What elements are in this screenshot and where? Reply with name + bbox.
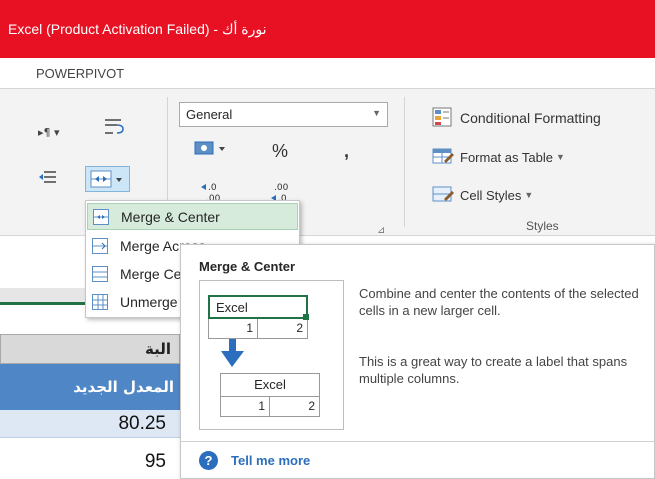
illustration-cell-text: 2 — [296, 321, 303, 335]
illustration-cell-text: 1 — [246, 321, 253, 335]
wrap-text-button[interactable] — [103, 116, 127, 138]
decrease-indent-icon — [39, 171, 56, 183]
help-icon[interactable]: ? — [199, 451, 218, 470]
illustration-before-text: Excel — [216, 300, 248, 315]
merge-illustration: Excel 1 2 Excel 1 2 — [199, 280, 344, 430]
svg-text:.00: .00 — [274, 183, 289, 193]
accounting-format-button[interactable] — [193, 139, 229, 159]
illustration-after-header: Excel — [220, 373, 320, 397]
title-bar: Excel (Product Activation Failed) - نورة… — [0, 0, 655, 58]
merge-across-icon — [92, 237, 108, 254]
merged-header-cell: البة — [0, 334, 180, 364]
merge-center-icon — [93, 208, 109, 225]
svg-text:▸¶ ▾: ▸¶ ▾ — [38, 126, 60, 139]
value-text: 80.25 — [118, 413, 166, 434]
illustration-after-box: Excel 1 2 — [220, 373, 320, 417]
selection-handle-icon — [303, 314, 309, 320]
value-text: 95 — [144, 451, 166, 472]
illustration-before-box: Excel 1 2 — [208, 295, 309, 339]
tab-powerpivot[interactable]: POWERPIVOT — [36, 66, 124, 81]
format-as-table-button[interactable]: Format as Table ▼ — [432, 147, 565, 167]
tooltip-description-secondary: This is a great way to create a label th… — [359, 354, 628, 386]
illustration-after-text: Excel — [254, 377, 286, 392]
partial-header-text: البة — [145, 340, 171, 358]
conditional-formatting-icon — [432, 107, 452, 127]
unmerge-cells-icon — [92, 293, 108, 310]
column-header-cell: المعدل الجديد — [0, 364, 180, 410]
decrease-indent-button[interactable] — [38, 169, 58, 185]
illustration-before-cell: 2 — [258, 319, 308, 339]
number-format-select[interactable]: General ▼ — [179, 102, 388, 127]
ribbon-tab-bar: POWERPIVOT — [0, 58, 655, 88]
cell-styles-label: Cell Styles — [460, 187, 522, 203]
menu-item-merge-center[interactable]: Merge & Center — [87, 203, 298, 230]
comma-label: , — [344, 141, 350, 161]
number-format-value: General — [186, 107, 233, 122]
chevron-down-icon: ▼ — [555, 152, 565, 162]
menu-item-label: Merge & Center — [121, 208, 220, 225]
wrap-text-icon — [105, 119, 124, 134]
cell-styles-icon — [432, 186, 454, 202]
column-header-text: المعدل الجديد — [73, 378, 174, 396]
merge-cells-icon — [92, 265, 108, 282]
window-title: Excel (Product Activation Failed) - نورة… — [8, 21, 267, 37]
illustration-before-header: Excel — [208, 295, 308, 319]
percent-label: % — [272, 141, 289, 161]
format-as-table-label: Format as Table — [460, 149, 553, 165]
tooltip-title: Merge & Center — [199, 259, 296, 274]
value-cell[interactable]: 95 — [0, 448, 180, 476]
illustration-after-cell: 2 — [270, 397, 320, 417]
format-as-table-icon — [432, 148, 454, 164]
illustration-after-cell: 1 — [220, 397, 270, 417]
chevron-down-icon: ▼ — [372, 108, 381, 118]
illustration-cell-text: 1 — [258, 399, 265, 413]
ribbon-separator — [404, 97, 405, 227]
conditional-formatting-button[interactable]: Conditional Formatting — [432, 107, 601, 129]
number-dialog-launcher-icon[interactable]: ⊿ — [377, 225, 385, 236]
percent-style-button[interactable]: % — [272, 141, 288, 162]
accounting-format-icon — [194, 141, 225, 155]
tell-me-more-link[interactable]: Tell me more — [231, 453, 310, 468]
tooltip-description: Combine and center the contents of the s… — [359, 286, 639, 318]
chevron-down-icon: ▼ — [524, 190, 534, 200]
paragraph-direction-button[interactable]: ▸¶ ▾ — [38, 125, 68, 139]
paragraph-direction-icon: ▸¶ ▾ — [38, 126, 60, 139]
merge-center-button[interactable] — [85, 166, 130, 192]
styles-group-label: Styles — [526, 219, 559, 233]
svg-text:.0: .0 — [208, 183, 217, 193]
illustration-cell-text: 2 — [308, 399, 315, 413]
down-arrow-icon — [221, 339, 244, 367]
value-cell[interactable]: 80.25 — [0, 410, 180, 438]
illustration-before-cell: 1 — [208, 319, 258, 339]
tooltip-divider — [181, 441, 654, 442]
merge-center-tooltip: Merge & Center Excel 1 2 Excel 1 2 Combi… — [180, 244, 655, 479]
comma-style-button[interactable]: , — [344, 141, 349, 162]
cell-styles-button[interactable]: Cell Styles ▼ — [432, 185, 533, 205]
conditional-formatting-label: Conditional Formatting — [460, 110, 601, 126]
merge-center-icon — [90, 170, 122, 188]
